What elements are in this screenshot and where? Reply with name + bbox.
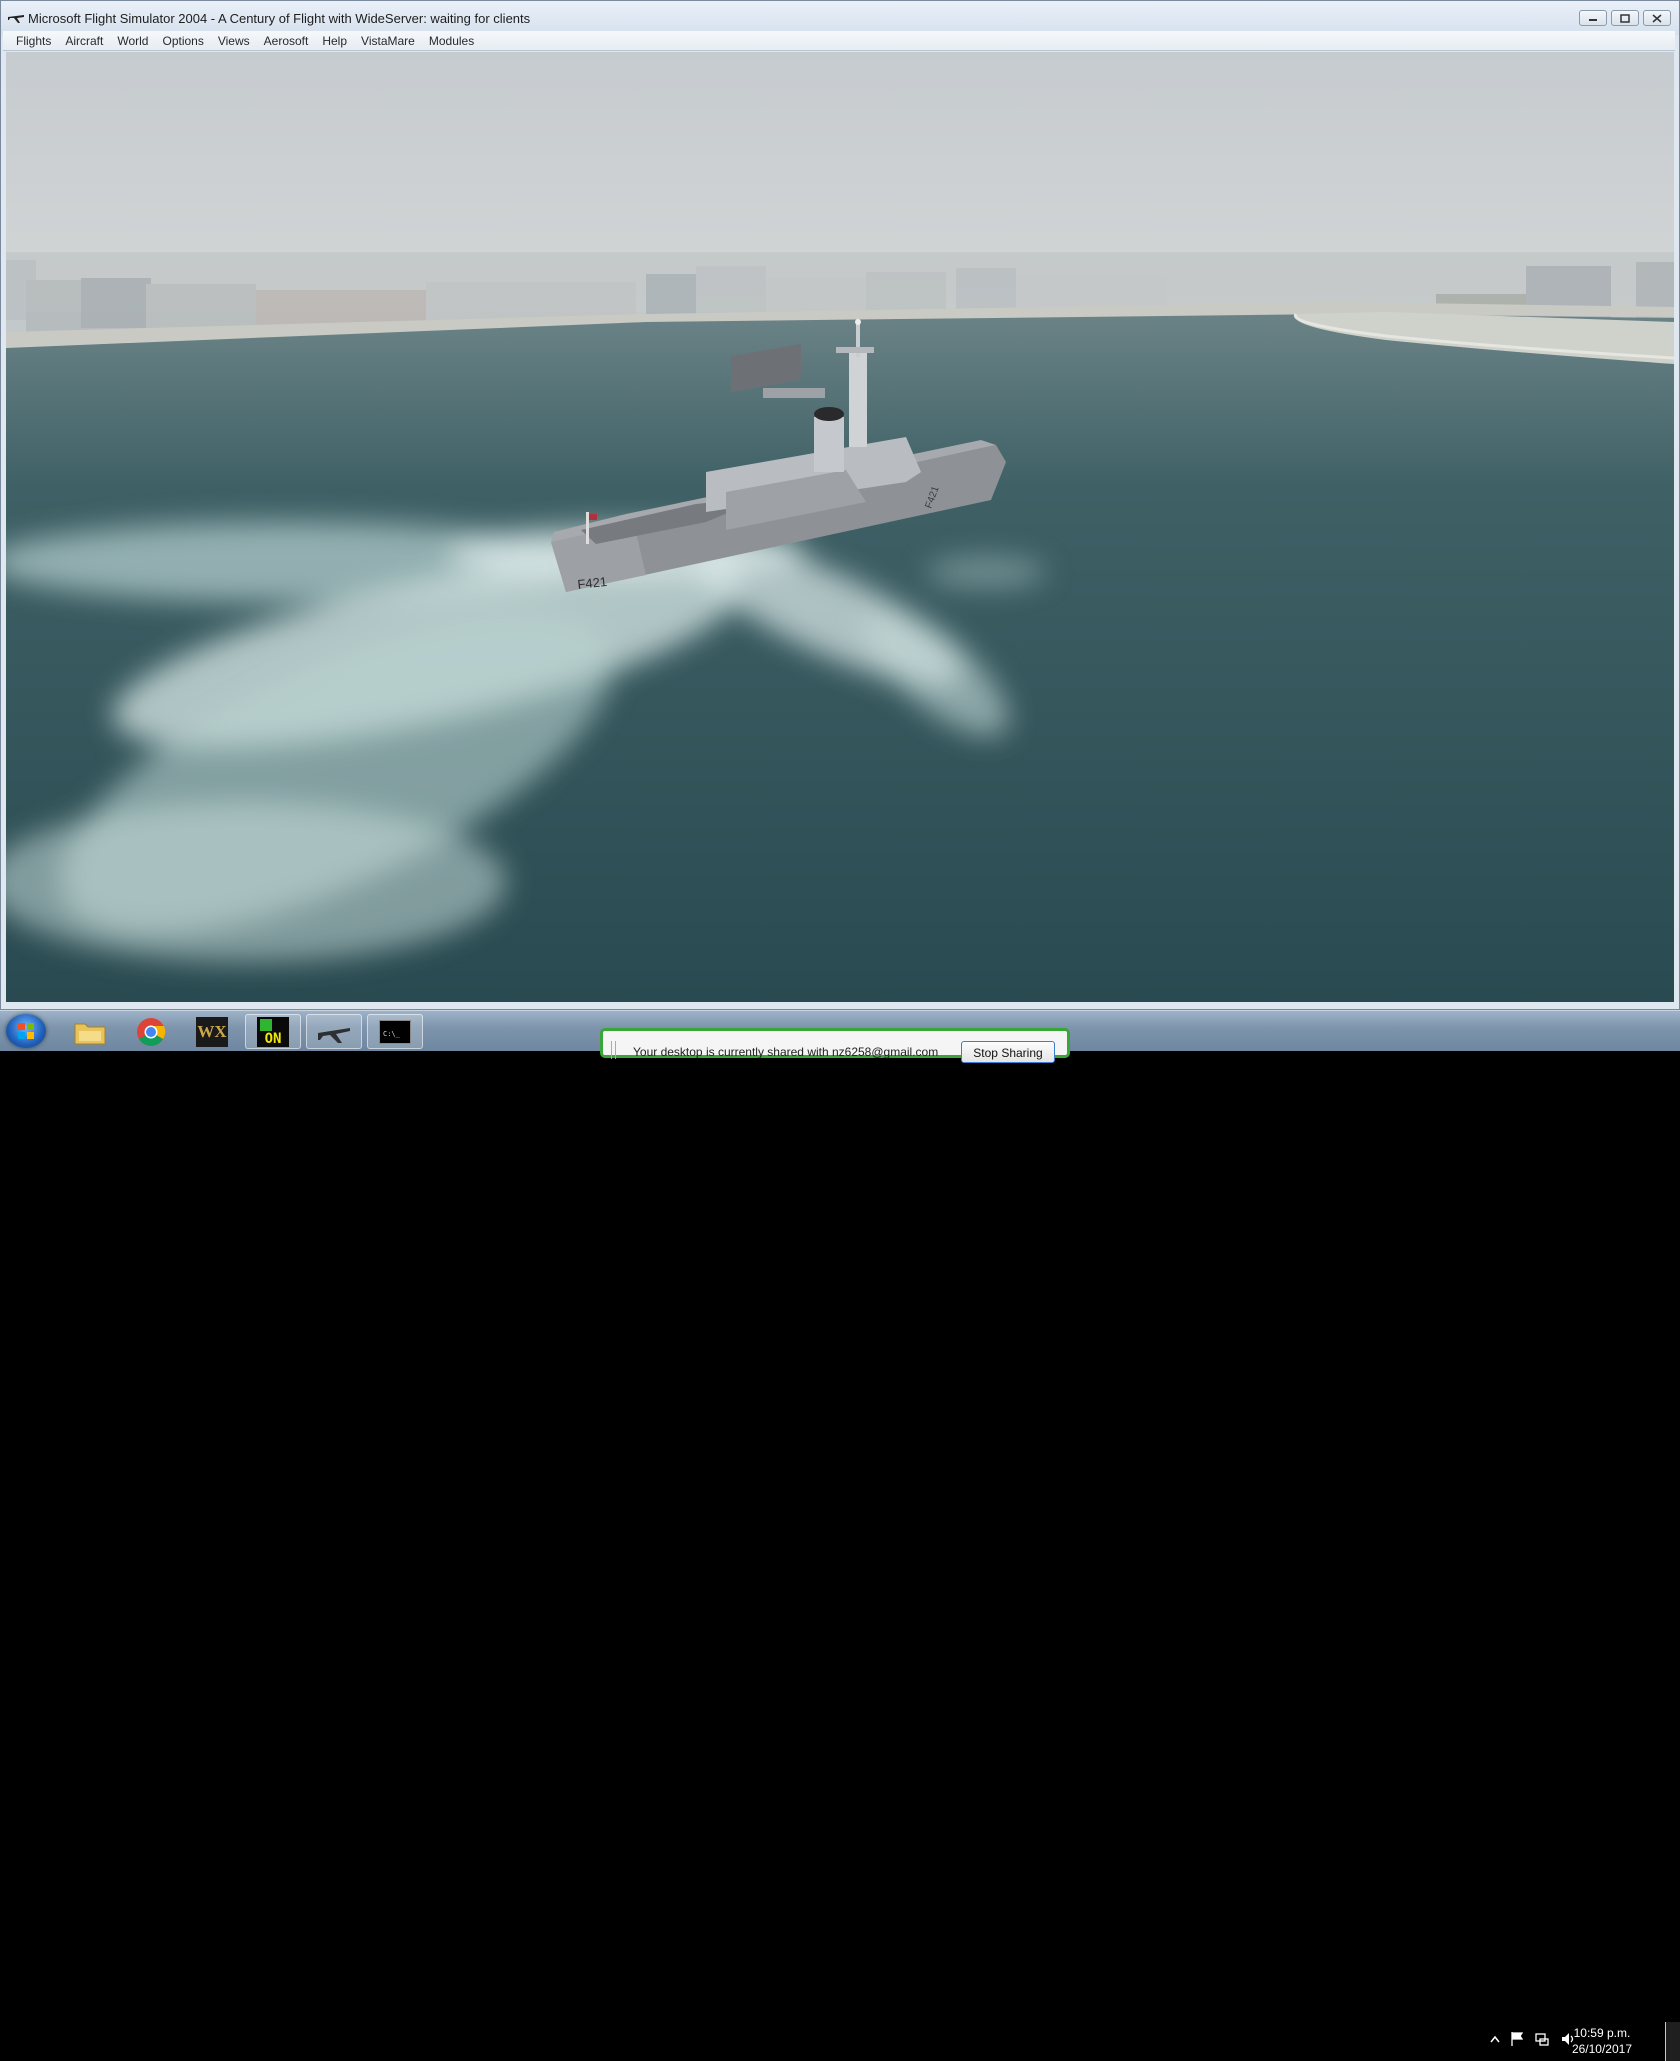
hull-number-stern: F421 xyxy=(577,574,608,592)
taskbar-clock[interactable]: 10:59 p.m. 26/10/2017 xyxy=(1572,2025,1632,2057)
minimize-button[interactable] xyxy=(1579,10,1607,26)
file-explorer-taskbar-button[interactable] xyxy=(62,1014,118,1049)
title-bar[interactable]: Microsoft Flight Simulator 2004 - A Cent… xyxy=(1,1,1679,35)
harbour-scene: F421 F421 xyxy=(6,52,1674,1002)
chrome-icon xyxy=(137,1017,166,1046)
restore-button[interactable] xyxy=(1611,10,1639,26)
close-button[interactable] xyxy=(1643,10,1671,26)
stop-sharing-button[interactable]: Stop Sharing xyxy=(961,1041,1055,1063)
menu-aircraft[interactable]: Aircraft xyxy=(58,34,110,48)
on-label: ON xyxy=(264,1030,282,1047)
windows-start-button[interactable] xyxy=(6,1014,46,1048)
window-title: Microsoft Flight Simulator 2004 - A Cent… xyxy=(28,11,531,26)
command-prompt-icon: C:\_ xyxy=(379,1019,411,1044)
airplane-icon xyxy=(318,1027,350,1043)
menu-vistamare[interactable]: VistaMare xyxy=(354,34,422,48)
screen-share-bar: Your desktop is currently shared with nz… xyxy=(600,1028,1070,1063)
drag-handle-icon[interactable] xyxy=(611,1041,616,1059)
show-desktop-button[interactable] xyxy=(1665,2022,1680,2061)
cmd-label: C:\_ xyxy=(383,1029,400,1038)
menu-world[interactable]: World xyxy=(110,34,155,48)
menu-help[interactable]: Help xyxy=(315,34,354,48)
clock-date: 26/10/2017 xyxy=(1571,2042,1632,2056)
network-icon[interactable] xyxy=(1534,2031,1550,2047)
menu-options[interactable]: Options xyxy=(155,34,210,48)
simulator-viewport[interactable]: F421 F421 xyxy=(6,52,1674,1002)
menu-bar: Flights Aircraft World Options Views Aer… xyxy=(3,31,1675,51)
wx-label: WX xyxy=(197,1021,227,1041)
on-taskbar-button[interactable]: ON xyxy=(245,1014,301,1049)
windows-logo-icon xyxy=(18,1023,34,1039)
app-window: Microsoft Flight Simulator 2004 - A Cent… xyxy=(0,0,1680,1010)
folder-icon xyxy=(74,1023,106,1044)
system-tray xyxy=(1490,2031,1576,2047)
minimize-icon xyxy=(1589,19,1597,21)
restore-icon xyxy=(1620,13,1630,23)
menu-modules[interactable]: Modules xyxy=(422,34,481,48)
wx-taskbar-button[interactable]: WX xyxy=(184,1014,240,1049)
flight-simulator-taskbar-button[interactable] xyxy=(306,1014,362,1049)
command-prompt-taskbar-button[interactable]: C:\_ xyxy=(367,1014,423,1049)
flag-icon[interactable] xyxy=(1510,2031,1524,2047)
menu-views[interactable]: Views xyxy=(211,34,257,48)
share-notice-text: Your desktop is currently shared with nz… xyxy=(633,1045,939,1059)
airplane-icon xyxy=(8,15,24,23)
chevron-up-icon[interactable] xyxy=(1490,2035,1500,2043)
clock-time: 10:59 p.m. xyxy=(1573,2026,1631,2040)
menu-aerosoft[interactable]: Aerosoft xyxy=(257,34,316,48)
wx-icon: WX xyxy=(196,1016,228,1047)
chrome-taskbar-button[interactable] xyxy=(123,1014,179,1049)
close-icon xyxy=(1652,13,1662,23)
on-icon: ON xyxy=(257,1016,289,1047)
menu-flights[interactable]: Flights xyxy=(9,34,58,48)
